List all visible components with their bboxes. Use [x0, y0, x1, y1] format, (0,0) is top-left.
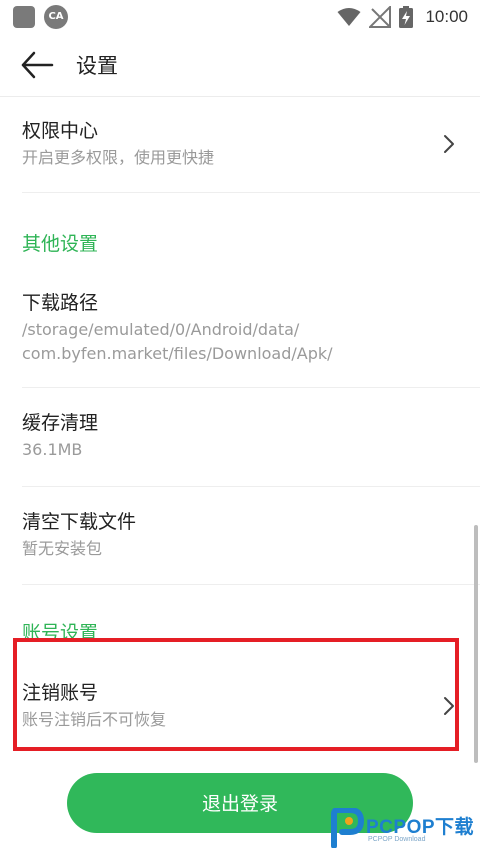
app-bar: 设置	[0, 34, 480, 97]
status-bar: CA 10:00	[0, 0, 480, 34]
notification-app-icon	[13, 6, 35, 28]
wifi-icon	[337, 8, 361, 26]
watermark: PCPOP下载 PCPOP Download	[330, 806, 480, 850]
section-header-other: 其他设置	[22, 233, 99, 255]
divider	[22, 584, 480, 585]
download-path-line-2: com.byfen.market/files/Download/Apk/	[22, 344, 333, 363]
download-path-line-1: /storage/emulated/0/Android/data/	[22, 320, 300, 339]
clear-downloads-title: 清空下载文件	[22, 511, 137, 533]
no-signal-icon	[369, 6, 392, 28]
clear-downloads-item[interactable]: 清空下载文件 暂无安装包	[0, 509, 480, 561]
download-path-title: 下载路径	[22, 292, 99, 314]
clear-downloads-subtitle: 暂无安装包	[22, 539, 103, 558]
cache-clean-item[interactable]: 缓存清理 36.1MB	[0, 410, 480, 462]
scrollbar[interactable]	[474, 525, 478, 763]
divider	[22, 486, 480, 487]
download-path-item[interactable]: 下载路径 /storage/emulated/0/Android/data/ c…	[0, 290, 480, 366]
page-title: 设置	[76, 54, 118, 78]
battery-charging-icon	[399, 6, 414, 28]
permission-center-title: 权限中心	[22, 120, 99, 142]
watermark-brand: PCPOP下载	[366, 817, 475, 838]
back-arrow-icon[interactable]	[20, 50, 54, 80]
divider	[22, 387, 480, 388]
permission-center-subtitle: 开启更多权限，使用更快捷	[22, 148, 215, 167]
clock: 10:00	[425, 7, 468, 26]
chevron-right-icon	[444, 135, 454, 153]
permission-center-item[interactable]: 权限中心 开启更多权限，使用更快捷	[0, 118, 480, 170]
divider	[22, 192, 480, 193]
cache-clean-title: 缓存清理	[22, 412, 99, 434]
status-icons: 10:00	[337, 4, 468, 30]
pcpop-logo-icon	[331, 808, 364, 848]
highlight-annotation	[13, 638, 459, 751]
cache-size: 36.1MB	[22, 440, 83, 459]
watermark-subtext: PCPOP Download	[368, 836, 426, 843]
app-notification-icon: CA	[44, 5, 68, 29]
